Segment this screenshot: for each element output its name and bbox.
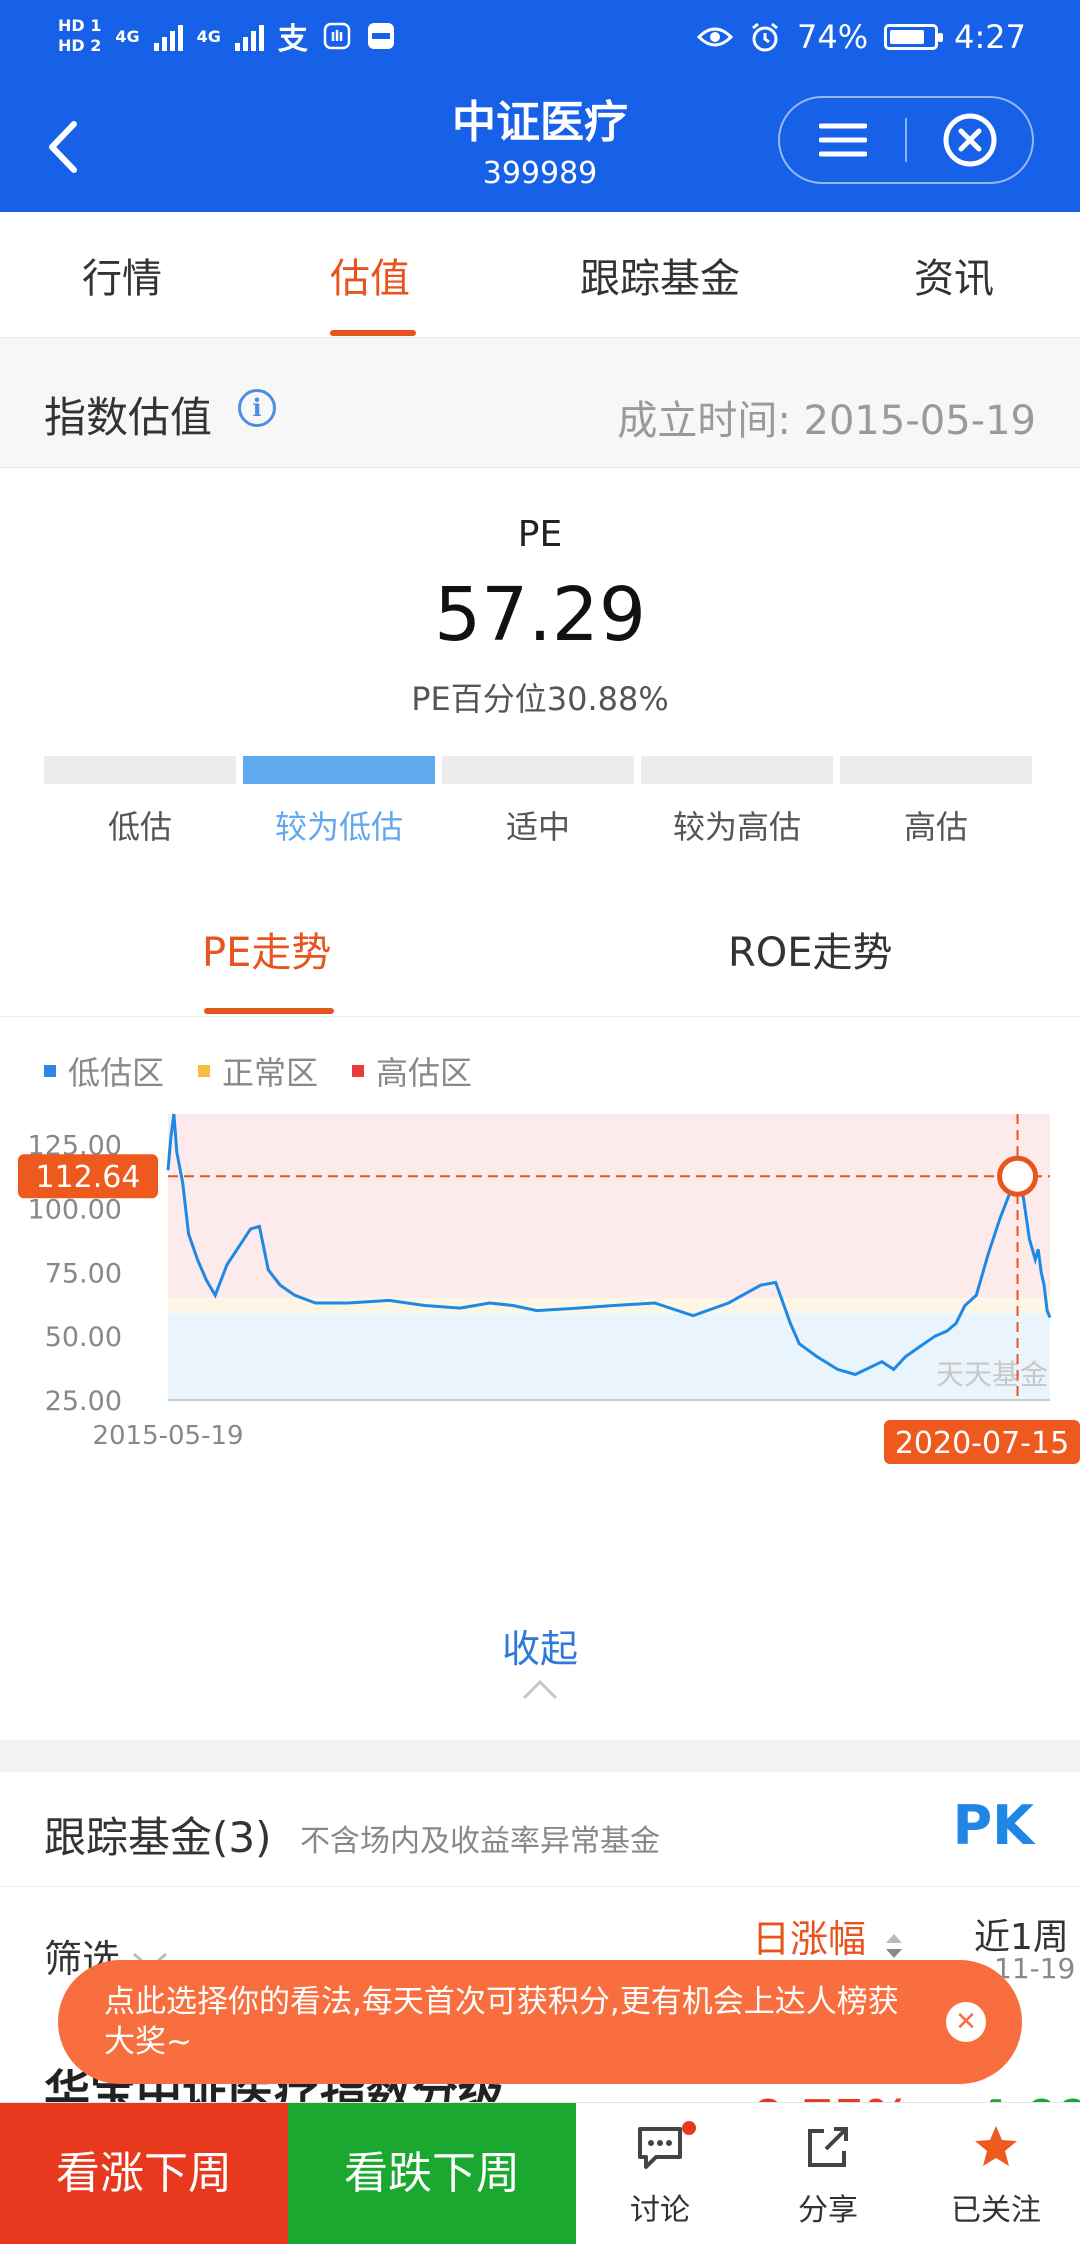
active-tab-indicator [330,330,416,336]
mini-program-capsule [778,96,1034,184]
y-tick-label: 25.00 [45,1386,122,1417]
legend-high: 高估区 [352,1048,472,1094]
hd2-label: HD 2 [58,36,102,55]
trend-tab-indicator [204,1008,334,1014]
funds-title: 跟踪基金(3) [44,1813,272,1862]
discuss-label: 讨论 [630,2193,690,2228]
close-circle-icon [943,113,996,167]
chart-legend: 低估区 正常区 高估区 [44,1048,472,1094]
level-bar-3 [442,756,634,784]
founded-date: 成立时间: 2015-05-19 [617,398,1036,444]
col-day-change[interactable]: 日涨幅 [752,1908,866,1963]
bear-next-week-button[interactable]: 看跌下周 [288,2103,576,2244]
chevron-up-icon[interactable] [522,1678,558,1700]
valuation-header: 指数估值 i 成立时间: 2015-05-19 [0,338,1080,468]
toast-close-button[interactable]: ✕ [946,2002,986,2042]
level-label-4: 较为高估 [672,808,801,846]
main-tabs: 行情 估值 跟踪基金 资讯 [0,212,1080,338]
sort-icon[interactable] [884,1932,904,1960]
status-right: 74% 4:27 [697,18,1026,56]
level-label-3: 适中 [505,808,570,846]
legend-normal: 正常区 [198,1048,318,1094]
percentile-text: PE百分位30.88% [411,680,669,718]
menu-button[interactable] [780,98,905,182]
metric-label: PE [517,514,563,555]
status-left: HD 1 HD 2 4G 4G 支 [58,14,396,58]
share-icon [808,2127,848,2167]
watermark: 天天基金 [936,1358,1048,1391]
huawei-app-icon [367,23,394,49]
tab-news[interactable]: 资讯 [914,246,994,304]
discuss-icon [638,2127,682,2169]
menu-icon [818,123,867,157]
x-start-label: 2015-05-19 [92,1421,243,1451]
y-tick-label: 75.00 [45,1258,122,1289]
y-tick-label: 50.00 [45,1322,122,1353]
collapse-button[interactable]: 收起 [0,1618,1080,1673]
trend-divider [0,1016,1080,1017]
level-label-5: 高估 [903,808,968,846]
level-label-1: 低估 [107,808,172,846]
hand-icon [323,22,351,50]
unread-dot [682,2121,696,2135]
network2-label: 4G [196,26,221,46]
signal1-icon [153,21,183,51]
metric-value: 57.29 [434,572,646,658]
legend-normal-label: 正常区 [222,1054,319,1092]
follow-label: 已关注 [951,2193,1041,2228]
hd-indicator: HD 1 HD 2 [58,16,101,56]
pk-button[interactable]: PK [953,1794,1034,1857]
level-bar-1 [44,756,236,784]
signal2-icon [234,21,264,51]
cursor-date-label: 2020-07-15 [895,1426,1069,1461]
zone-low [168,1313,1050,1400]
battery-icon [884,24,944,50]
close-button[interactable] [907,98,1032,182]
alipay-icon: 支 [277,22,308,57]
share-label: 分享 [798,2193,858,2228]
share-button[interactable]: 分享 [744,2103,912,2244]
funds-note: 不含场内及收益率异常基金 [300,1824,660,1859]
y-tick-label: 100.00 [28,1194,122,1225]
level-bar-5 [840,756,1032,784]
legend-normal-swatch [198,1065,211,1077]
app-header: HD 1 HD 2 4G 4G 支 74% 4:27 中证医疗 399989 [0,0,1080,212]
follow-button[interactable]: 已关注 [912,2103,1080,2244]
funds-divider [0,1886,1080,1887]
info-icon[interactable]: i [238,389,276,427]
opinion-toast[interactable]: 点此选择你的看法,每天首次可获积分,更有机会上达人榜获大奖~ ✕ [58,1960,1022,2084]
legend-low-swatch [44,1065,56,1077]
level-bar-2 [243,756,435,784]
legend-low-label: 低估区 [68,1054,165,1092]
eye-icon [697,27,734,47]
clock: 4:27 [954,18,1026,56]
cursor-marker [997,1155,1039,1197]
bottom-bar: 看涨下周 看跌下周 讨论 分享 已关注 [0,2102,1080,2244]
tab-valuation[interactable]: 估值 [330,246,410,304]
discuss-button[interactable]: 讨论 [576,2103,744,2244]
status-bar: HD 1 HD 2 4G 4G 支 74% 4:27 [0,0,1080,80]
valuation-card: PE 57.29 PE百分位30.88% 低估 较为低估 适中 较为高估 高估 … [0,468,1080,1740]
network1-label: 4G [115,26,140,46]
tab-market[interactable]: 行情 [82,246,162,304]
star-icon [975,2126,1017,2166]
legend-low: 低估区 [44,1048,164,1094]
bull-next-week-button[interactable]: 看涨下周 [0,2103,288,2244]
cursor-value-label: 112.64 [36,1160,141,1195]
level-bar-4 [641,756,833,784]
tab-pe-trend[interactable]: PE走势 [202,920,331,978]
battery-percent: 74% [797,18,869,56]
section-title: 指数估值 [44,393,213,442]
alarm-icon [752,22,778,52]
hd1-label: HD 1 [58,16,102,35]
level-label-2: 较为低估 [274,808,403,846]
tab-tracking-funds[interactable]: 跟踪基金 [580,246,740,304]
toast-text: 点此选择你的看法,每天首次可获积分,更有机会上达人榜获大奖~ [104,1984,899,2060]
legend-high-label: 高估区 [376,1054,473,1092]
legend-high-swatch [352,1065,365,1077]
zone-high [168,1114,1050,1298]
pe-trend-chart[interactable]: 125.00100.0075.0050.0025.00 天天基金 112.64 … [0,1108,1080,1578]
tab-roe-trend[interactable]: ROE走势 [728,920,893,978]
